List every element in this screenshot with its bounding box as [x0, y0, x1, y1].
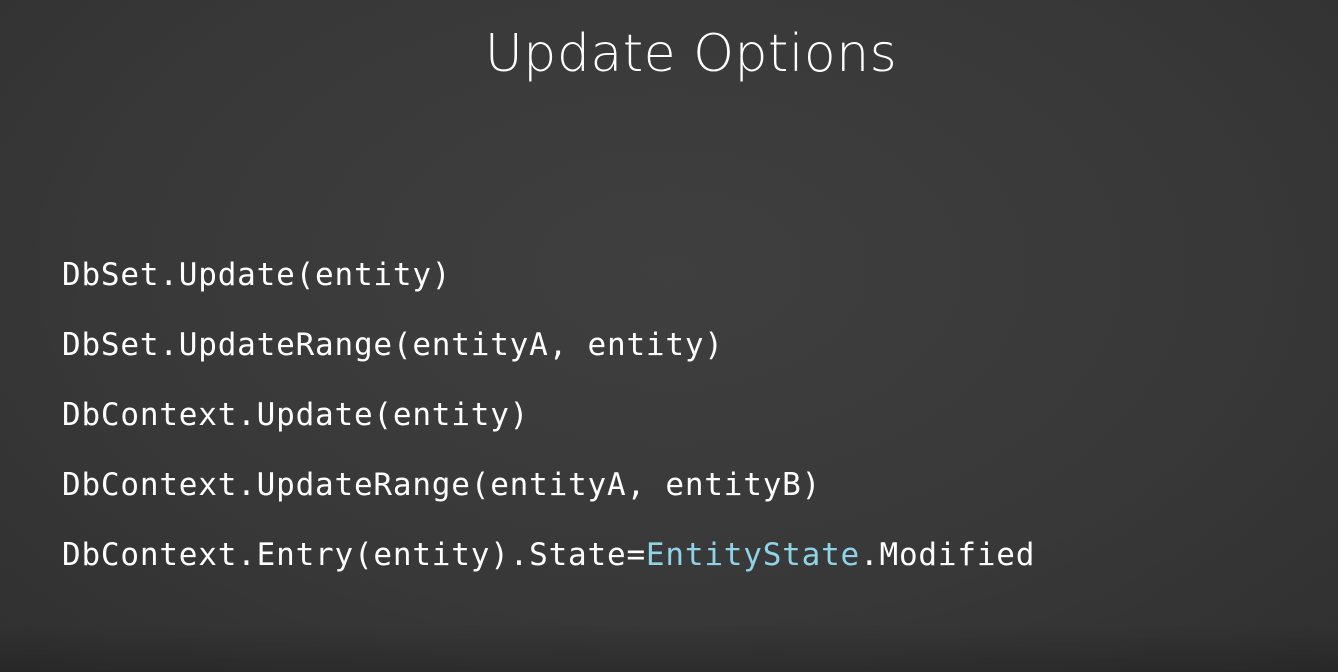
code-line-4: DbContext.UpdateRange(entityA, entityB)	[62, 467, 822, 503]
code-line-5-highlight: EntityState	[645, 537, 861, 573]
code-line-1: DbSet.Update(entity)	[62, 257, 452, 293]
code-line-5: DbContext.Entry(entity).State=EntityStat…	[62, 532, 1035, 602]
bottom-shade	[0, 624, 1338, 672]
code-line-2: DbSet.UpdateRange(entityA, entity)	[62, 327, 724, 363]
code-line-3: DbContext.Update(entity)	[62, 397, 530, 433]
code-line-5-suffix: .Modified	[860, 537, 1036, 573]
slide-title: Update Options	[484, 24, 898, 84]
code-line-5-prefix: DbContext.Entry(entity).State=	[62, 537, 646, 573]
code-list: DbSet.Update(entity) DbSet.UpdateRange(e…	[62, 252, 1035, 602]
slide: Update Options DbSet.Update(entity) DbSe…	[0, 0, 1338, 672]
